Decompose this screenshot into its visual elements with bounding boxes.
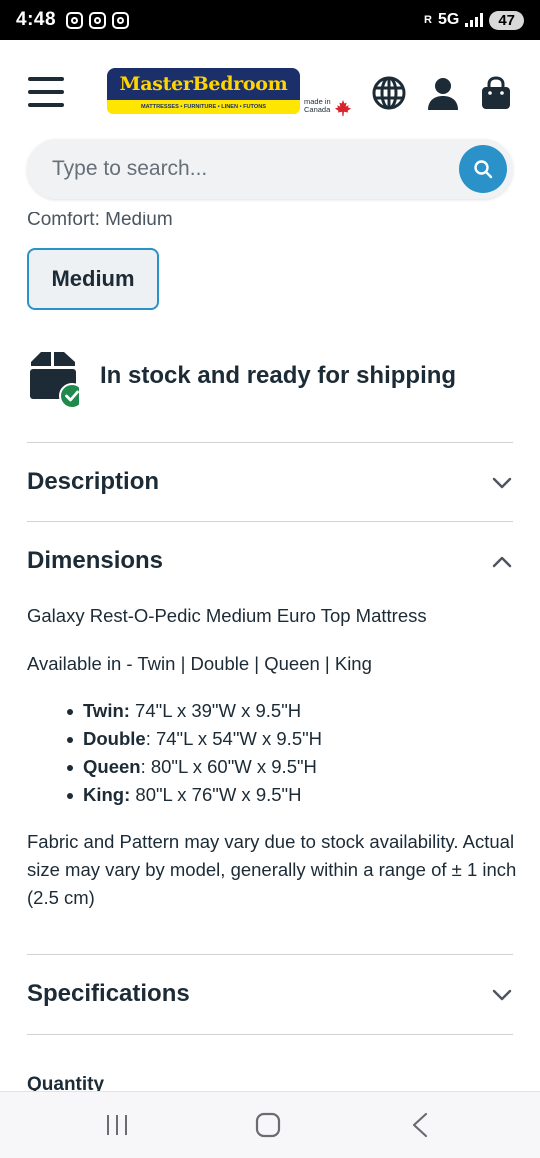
size-value: 74"L x 39"W x 9.5"H — [129, 700, 302, 721]
dimensions-content: Galaxy Rest-O-Pedic Medium Euro Top Matt… — [27, 602, 517, 908]
stock-status-text: In stock and ready for shipping — [100, 362, 457, 389]
chevron-down-icon — [492, 989, 512, 1001]
dimensions-accordion[interactable]: Dimensions — [27, 541, 513, 581]
dimensions-heading: Dimensions — [27, 547, 164, 574]
size-value: : 74"L x 54"W x 9.5"H — [145, 728, 323, 749]
shopping-bag-icon[interactable] — [479, 76, 513, 110]
size-name: Twin: — [83, 700, 130, 721]
divider — [27, 954, 513, 955]
list-item: Queen: 80"L x 60"W x 9.5"H — [67, 753, 322, 781]
description-heading: Description — [27, 468, 160, 495]
search-icon — [474, 160, 493, 179]
home-button[interactable] — [248, 1112, 288, 1138]
signal-strength-icon — [465, 13, 484, 27]
system-navigation-bar — [0, 1091, 540, 1158]
size-name: Queen — [83, 756, 141, 777]
search-bar — [27, 139, 513, 199]
menu-icon[interactable] — [28, 77, 64, 107]
divider — [27, 1034, 513, 1035]
instagram-notification-icon — [89, 11, 107, 29]
size-name: King: — [83, 784, 131, 805]
box-check-icon — [30, 352, 79, 409]
chevron-up-icon — [492, 556, 512, 568]
description-accordion[interactable]: Description — [27, 462, 513, 502]
back-button[interactable] — [400, 1112, 440, 1138]
available-sizes: Available in - Twin | Double | Queen | K… — [27, 653, 372, 674]
comfort-label: Comfort: Medium — [27, 212, 173, 230]
instagram-notification-icon — [112, 11, 130, 29]
stock-status: In stock and ready for shipping — [27, 350, 517, 410]
size-name: Double — [83, 728, 146, 749]
roaming-indicator: R — [424, 14, 432, 26]
site-header: MasterBedroom MATTRESSES • FURNITURE • L… — [0, 40, 540, 132]
globe-icon[interactable] — [372, 76, 406, 110]
status-bar: 4:48 R 5G 47 — [0, 0, 540, 40]
logo-tagline: MATTRESSES • FURNITURE • LINEN • FUTONS — [107, 100, 300, 114]
search-input[interactable] — [52, 139, 452, 199]
size-value: 80"L x 76"W x 9.5"H — [130, 784, 302, 805]
search-button[interactable] — [459, 145, 507, 193]
specifications-accordion[interactable]: Specifications — [27, 974, 513, 1014]
comfort-option-medium[interactable]: Medium — [27, 248, 159, 310]
site-logo[interactable]: MasterBedroom MATTRESSES • FURNITURE • L… — [107, 68, 353, 120]
chevron-down-icon — [492, 477, 512, 489]
maple-leaf-icon — [334, 99, 352, 117]
list-item: King: 80"L x 76"W x 9.5"H — [67, 781, 322, 809]
size-note: Fabric and Pattern may vary due to stock… — [27, 831, 517, 908]
network-type: 5G — [437, 11, 460, 28]
canada-label: Canada — [304, 105, 331, 114]
logo-wordmark: MasterBedroom — [107, 68, 300, 100]
battery-level: 47 — [489, 10, 524, 30]
size-value: : 80"L x 60"W x 9.5"H — [140, 756, 317, 777]
recent-apps-button[interactable] — [97, 1112, 137, 1138]
specifications-heading: Specifications — [27, 980, 190, 1007]
size-list: Twin: 74"L x 39"W x 9.5"H Double: 74"L x… — [67, 697, 322, 809]
list-item: Twin: 74"L x 39"W x 9.5"H — [67, 697, 322, 725]
status-time: 4:48 — [16, 9, 57, 30]
list-item: Double: 74"L x 54"W x 9.5"H — [67, 725, 322, 753]
screenshot-notification-icon — [66, 11, 84, 29]
made-in-canada-badge: made in Canada — [304, 98, 331, 114]
divider — [27, 521, 513, 522]
product-name: Galaxy Rest-O-Pedic Medium Euro Top Matt… — [27, 605, 427, 626]
account-icon[interactable] — [426, 76, 460, 110]
quantity-label: Quantity — [27, 1074, 105, 1092]
divider — [27, 442, 513, 443]
